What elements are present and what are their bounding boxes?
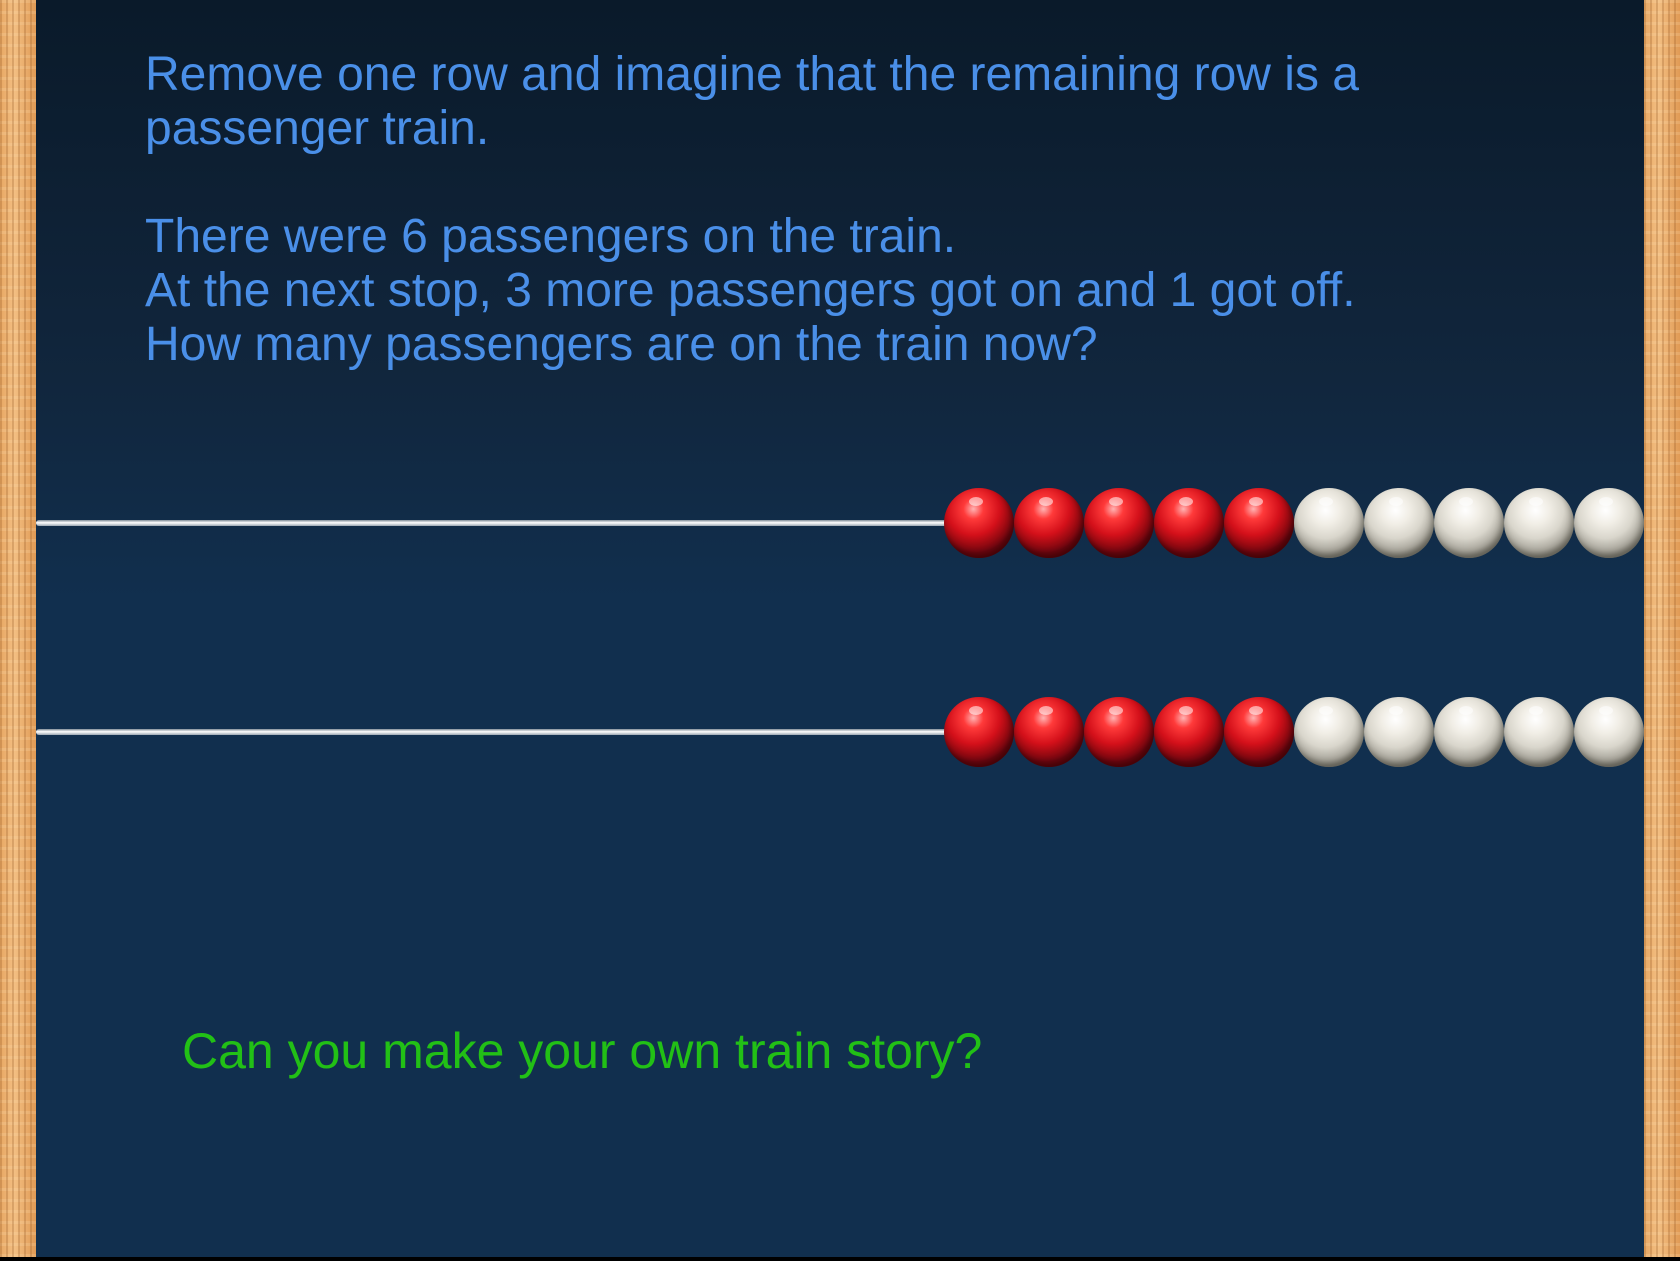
- red-bead[interactable]: [1014, 697, 1084, 767]
- wooden-frame-left: [0, 0, 36, 1257]
- white-bead[interactable]: [1504, 697, 1574, 767]
- rod-2: [36, 729, 954, 735]
- red-bead[interactable]: [1084, 488, 1154, 558]
- white-bead[interactable]: [1294, 488, 1364, 558]
- instruction-text: Remove one row and imagine that the rema…: [145, 48, 1495, 372]
- instruction-line: At the next stop, 3 more passengers got …: [145, 264, 1356, 317]
- white-bead[interactable]: [1364, 697, 1434, 767]
- white-bead[interactable]: [1574, 488, 1644, 558]
- instruction-line: Remove one row and imagine that the rema…: [145, 48, 1359, 101]
- white-bead[interactable]: [1364, 488, 1434, 558]
- rekenrek-board: Remove one row and imagine that the rema…: [0, 0, 1680, 1257]
- red-bead[interactable]: [1224, 697, 1294, 767]
- follow-up-question: Can you make your own train story?: [182, 1023, 983, 1079]
- white-bead[interactable]: [1504, 488, 1574, 558]
- white-bead[interactable]: [1434, 697, 1504, 767]
- red-bead[interactable]: [1014, 488, 1084, 558]
- red-bead[interactable]: [1224, 488, 1294, 558]
- instruction-line: passenger train.: [145, 102, 490, 155]
- red-bead[interactable]: [1154, 697, 1224, 767]
- instruction-line: How many passengers are on the train now…: [145, 318, 1098, 371]
- white-bead[interactable]: [1434, 488, 1504, 558]
- bottom-edge: [0, 1257, 1680, 1261]
- instruction-line: There were 6 passengers on the train.: [145, 210, 957, 263]
- red-bead[interactable]: [944, 697, 1014, 767]
- white-bead[interactable]: [1574, 697, 1644, 767]
- red-bead[interactable]: [1084, 697, 1154, 767]
- rod-1: [36, 520, 954, 526]
- red-bead[interactable]: [1154, 488, 1224, 558]
- white-bead[interactable]: [1294, 697, 1364, 767]
- wooden-frame-right: [1644, 0, 1680, 1257]
- red-bead[interactable]: [944, 488, 1014, 558]
